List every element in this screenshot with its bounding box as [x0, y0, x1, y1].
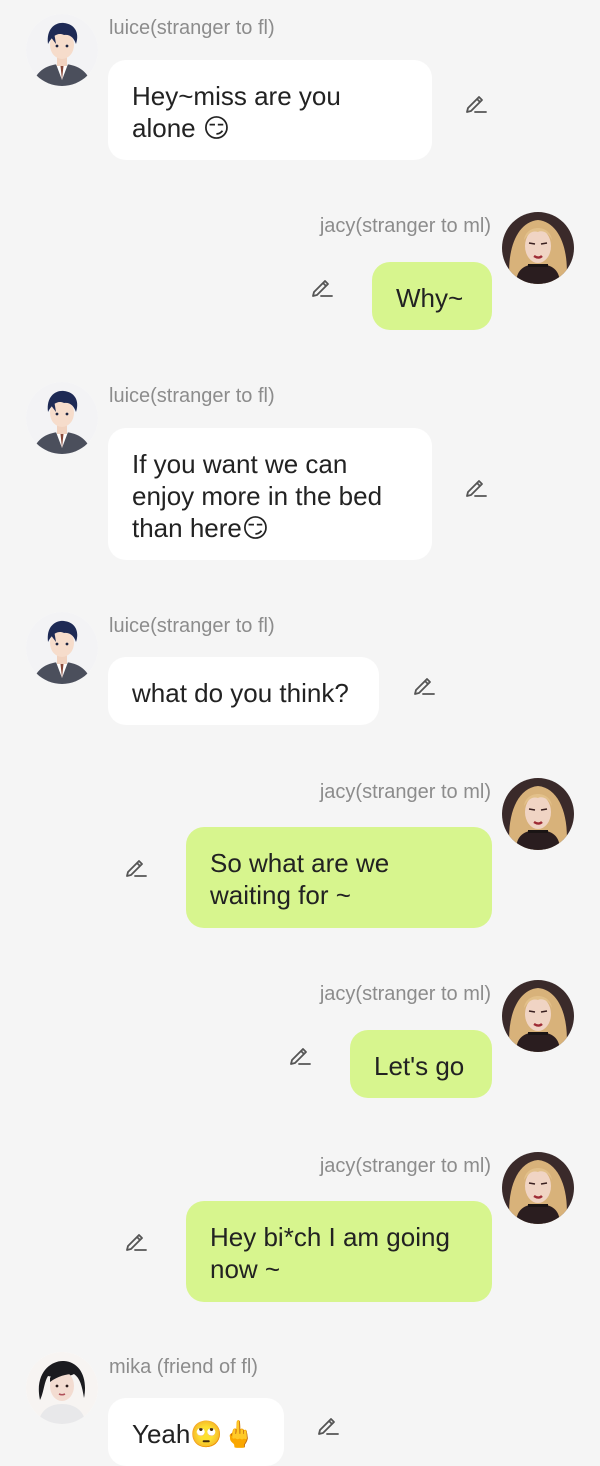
edit-pencil-icon[interactable] — [308, 272, 336, 300]
blonde-woman-avatar-icon — [502, 778, 574, 850]
sender-name: luice(stranger to fl) — [109, 385, 275, 407]
avatar[interactable] — [26, 14, 98, 86]
edit-pencil-icon[interactable] — [286, 1040, 314, 1068]
message-bubble[interactable]: Hey bi*ch I am going now ~ — [186, 1201, 492, 1302]
edit-pencil-icon[interactable] — [314, 1410, 342, 1438]
man-suit-avatar-icon — [26, 612, 98, 684]
message-row: mika (friend of fl) Yeah🙄🖕 — [0, 1340, 600, 1466]
sender-name: jacy(stranger to ml) — [319, 983, 491, 1005]
edit-pencil-icon[interactable] — [462, 88, 490, 116]
blonde-woman-avatar-icon — [502, 212, 574, 284]
message-row: luice(stranger to fl) If you want we can… — [0, 370, 600, 570]
edit-pencil-icon[interactable] — [122, 852, 150, 880]
message-bubble[interactable]: Why~ — [372, 262, 492, 330]
avatar[interactable] — [26, 612, 98, 684]
sender-name: jacy(stranger to ml) — [319, 1155, 491, 1177]
message-row: luice(stranger to fl) what do you think? — [0, 600, 600, 730]
message-row: jacy(stranger to ml) So what are we wait… — [0, 766, 600, 936]
avatar[interactable] — [502, 1152, 574, 1224]
message-bubble[interactable]: what do you think? — [108, 657, 379, 725]
message-row: luice(stranger to fl) Hey~miss are you a… — [0, 0, 600, 170]
message-bubble[interactable]: Yeah🙄🖕 — [108, 1398, 284, 1466]
message-row: jacy(stranger to ml) Hey bi*ch I am goin… — [0, 1140, 600, 1310]
edit-pencil-icon[interactable] — [462, 472, 490, 500]
sender-name: mika (friend of fl) — [109, 1356, 258, 1378]
sender-name: jacy(stranger to ml) — [319, 781, 491, 803]
man-suit-avatar-icon — [26, 14, 98, 86]
man-suit-avatar-icon — [26, 382, 98, 454]
dark-hair-woman-avatar-icon — [26, 1352, 98, 1424]
message-bubble[interactable]: So what are we waiting for ~ — [186, 827, 492, 928]
message-row: jacy(stranger to ml) Why~ — [0, 200, 600, 340]
avatar[interactable] — [502, 980, 574, 1052]
sender-name: jacy(stranger to ml) — [319, 215, 491, 237]
message-bubble[interactable]: If you want we can enjoy more in the bed… — [108, 428, 432, 560]
blonde-woman-avatar-icon — [502, 980, 574, 1052]
edit-pencil-icon[interactable] — [122, 1226, 150, 1254]
avatar[interactable] — [502, 212, 574, 284]
edit-pencil-icon[interactable] — [410, 670, 438, 698]
message-bubble[interactable]: Let's go — [350, 1030, 492, 1098]
blonde-woman-avatar-icon — [502, 1152, 574, 1224]
avatar[interactable] — [26, 382, 98, 454]
message-bubble[interactable]: Hey~miss are you alone 😏 — [108, 60, 432, 160]
avatar[interactable] — [502, 778, 574, 850]
avatar[interactable] — [26, 1352, 98, 1424]
sender-name: luice(stranger to fl) — [109, 615, 275, 637]
message-row: jacy(stranger to ml) Let's go — [0, 968, 600, 1108]
sender-name: luice(stranger to fl) — [109, 17, 275, 39]
